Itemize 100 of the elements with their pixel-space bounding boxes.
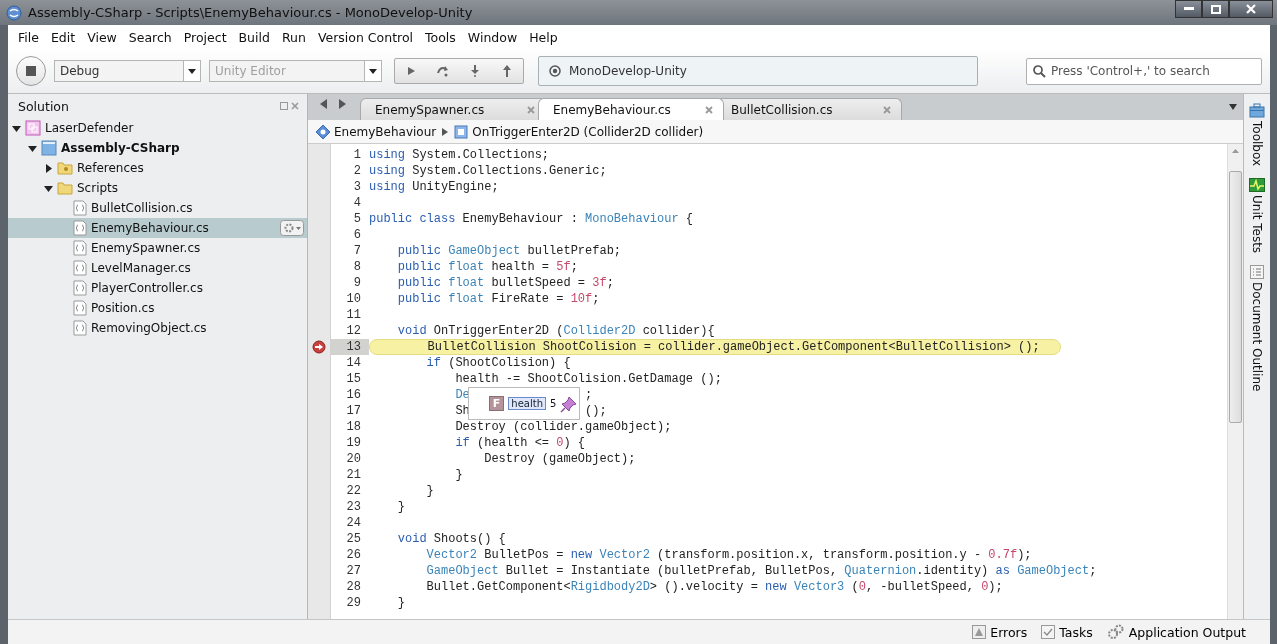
gear-menu-icon[interactable] xyxy=(280,220,304,236)
file-icon xyxy=(73,320,87,336)
code-line: public float health = 5f; xyxy=(396,259,578,275)
file-icon xyxy=(73,300,87,316)
menu-item[interactable]: View xyxy=(81,29,123,45)
close-button[interactable] xyxy=(1229,0,1273,18)
tree-item[interactable]: References xyxy=(8,158,307,178)
line-number: 19 xyxy=(345,435,362,451)
dropdown-arrow-icon[interactable] xyxy=(1229,104,1237,110)
stop-button[interactable] xyxy=(16,56,46,86)
status-pad-button[interactable]: Tasks xyxy=(1041,624,1093,640)
line-number: 15 xyxy=(345,371,362,387)
menu-item[interactable]: Tools xyxy=(419,29,462,45)
menu-item[interactable]: File xyxy=(12,29,45,45)
tree-item[interactable]: PlayerController.cs xyxy=(8,278,307,298)
line-number: 28 xyxy=(345,579,362,595)
tree-item[interactable]: Position.cs xyxy=(8,298,307,318)
tree-item[interactable]: BulletCollision.cs xyxy=(8,198,307,218)
collapse-arrow-icon[interactable] xyxy=(44,183,53,193)
menu-item[interactable]: Run xyxy=(275,29,312,45)
line-number: 10 xyxy=(345,291,362,307)
code-line: if (health <= 0) { xyxy=(454,435,586,451)
side-pad-tab[interactable]: Unit Tests xyxy=(1249,178,1265,254)
toolbox-icon xyxy=(1249,102,1265,118)
outline-icon xyxy=(1250,265,1264,280)
line-number: 18 xyxy=(345,419,362,435)
code-line: void OnTriggerEnter2D (Collider2D collider){ xyxy=(396,323,715,339)
menu-item[interactable]: Help xyxy=(523,29,564,45)
search-icon xyxy=(1033,64,1046,78)
menu-item[interactable]: Version Control xyxy=(311,29,420,45)
line-number: 26 xyxy=(345,547,362,563)
gears-icon xyxy=(1106,624,1125,640)
line-number: 5 xyxy=(352,211,362,227)
line-number: 21 xyxy=(345,467,362,483)
line-number: 12 xyxy=(345,323,362,339)
line-number: 2 xyxy=(352,163,362,179)
configuration-dropdown[interactable]: Debug xyxy=(54,60,201,82)
line-number: 16 xyxy=(345,387,362,403)
scroll-thumb[interactable] xyxy=(1229,171,1242,423)
pad-label: Unit Tests xyxy=(1250,195,1264,254)
code-line: } xyxy=(396,499,405,515)
step-out-icon xyxy=(502,65,512,77)
line-number: 24 xyxy=(345,515,362,531)
line-number: 22 xyxy=(345,483,362,499)
debug-tooltip: F health 5 xyxy=(467,387,580,420)
dropdown-arrow-icon xyxy=(188,68,196,74)
menu-item[interactable]: Search xyxy=(122,29,178,45)
code-line: public GameObject bulletPrefab; xyxy=(396,243,622,259)
warning-icon xyxy=(972,625,987,639)
maximize-icon xyxy=(1210,4,1221,14)
code-line: De xyxy=(454,387,470,403)
folder-icon xyxy=(57,160,73,176)
tree-item[interactable]: EnemySpawner.cs xyxy=(8,238,307,258)
tree-item[interactable]: RemovingObject.cs xyxy=(8,318,307,338)
minimize-button[interactable] xyxy=(1175,0,1202,18)
menu-item[interactable]: Edit xyxy=(44,29,82,45)
project-icon xyxy=(41,140,57,156)
separator-arrow-icon xyxy=(442,127,449,136)
line-number: 20 xyxy=(345,451,362,467)
code-fragment: ; xyxy=(585,387,593,403)
code-line: health -= ShootColision.GetDamage (); xyxy=(454,371,722,387)
side-pad-tab[interactable]: Toolbox xyxy=(1249,102,1265,166)
line-number: 6 xyxy=(352,227,362,243)
menu-item[interactable]: Window xyxy=(461,29,524,45)
line-number: 4 xyxy=(352,195,362,211)
file-icon xyxy=(73,280,87,296)
status-pad-button[interactable]: Errors xyxy=(972,624,1028,640)
menu-item[interactable]: Project xyxy=(177,29,233,45)
breakpoint-icon[interactable] xyxy=(312,340,326,354)
status-text: MonoDevelop-Unity xyxy=(569,64,687,78)
maximize-button[interactable] xyxy=(1202,0,1229,18)
target-icon xyxy=(549,65,561,77)
line-number: 7 xyxy=(352,243,362,259)
class-icon xyxy=(316,124,330,139)
line-number: 27 xyxy=(345,563,362,579)
code-line: public class EnemyBehaviour : MonoBehaviour { xyxy=(369,211,694,227)
line-number: 3 xyxy=(352,179,362,195)
menu-item[interactable]: Build xyxy=(232,29,276,45)
tree-item[interactable]: LevelManager.cs xyxy=(8,258,307,278)
editor-tab[interactable]: EnemyBehaviour.cs xyxy=(538,98,724,120)
code-fragment: (); xyxy=(585,403,607,419)
status-pad-button[interactable]: Application Output xyxy=(1106,624,1246,640)
breadcrumb-item[interactable]: EnemyBehaviour xyxy=(316,124,437,139)
back-arrow-icon[interactable] xyxy=(320,99,327,109)
checkmark-icon xyxy=(1041,625,1056,639)
file-icon xyxy=(73,260,87,276)
tree-item[interactable]: Assembly-CSharp xyxy=(8,138,307,158)
tree-item[interactable]: EnemyBehaviour.cs xyxy=(8,218,307,238)
line-number: 14 xyxy=(345,355,362,371)
tree-item[interactable]: LaserDefender xyxy=(8,118,307,138)
tree-item[interactable]: Scripts xyxy=(8,178,307,198)
close-icon[interactable] xyxy=(705,105,713,114)
search-field[interactable]: Press 'Control+,' to search xyxy=(1026,57,1262,85)
pin-icon[interactable] xyxy=(560,394,579,413)
code-line: using UnityEngine; xyxy=(369,179,499,195)
scrollbar[interactable] xyxy=(1227,144,1243,619)
line-number: 25 xyxy=(345,531,362,547)
breadcrumb-item[interactable]: OnTriggerEnter2D (Collider2D collider) xyxy=(454,124,704,139)
expand-arrow-icon[interactable] xyxy=(44,163,53,173)
forward-arrow-icon[interactable] xyxy=(339,99,346,109)
